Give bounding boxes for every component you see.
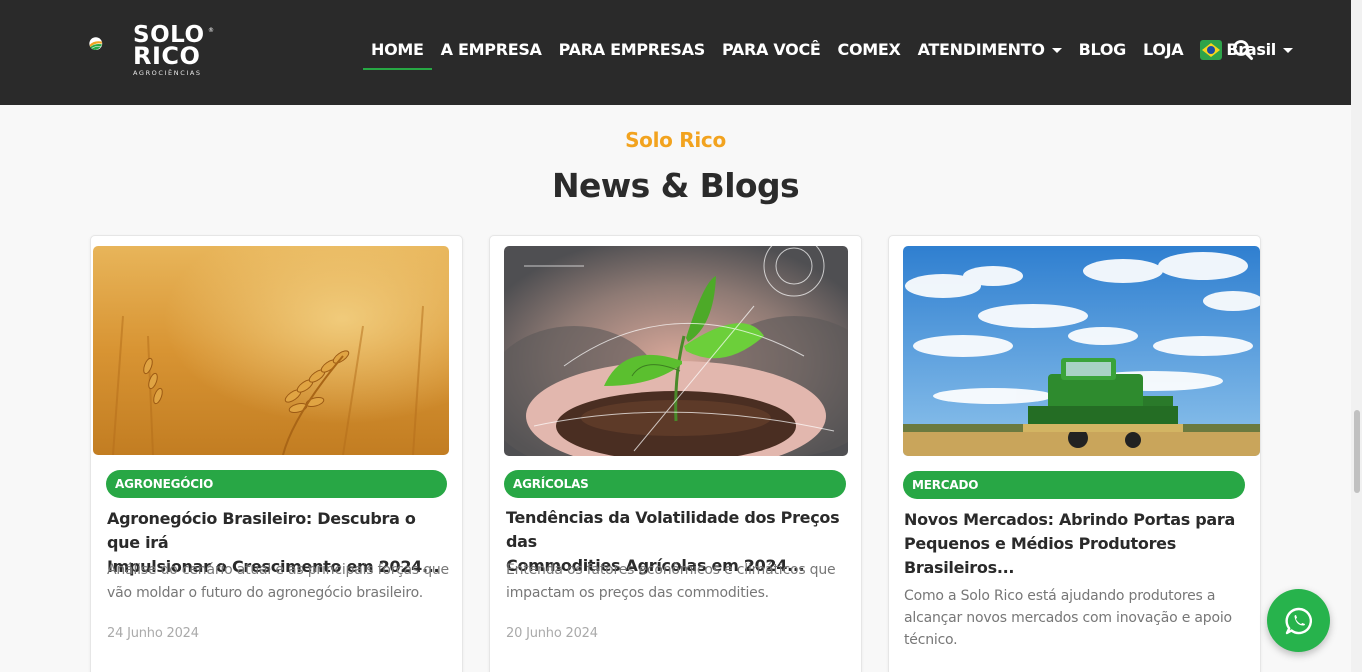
nav-blog[interactable]: BLOG <box>1079 28 1127 72</box>
card-title-line: Pequenos e Médios Produtores <box>904 534 1176 553</box>
nav-para-empresas[interactable]: PARA EMPRESAS <box>559 28 706 72</box>
card-excerpt: Entenda os fatores econômicos e climátic… <box>506 559 851 605</box>
nav-atendimento-label: ATENDIMENTO <box>917 40 1045 59</box>
section-eyebrow: Solo Rico <box>625 128 726 152</box>
chevron-down-icon <box>1051 47 1062 53</box>
card-date: 24 Junho 2024 <box>107 626 199 641</box>
logo-subtitle: AGROCIÊNCIAS <box>133 69 202 77</box>
logo-registered-mark: ® <box>208 27 214 34</box>
nav-comex[interactable]: COMEX <box>838 28 901 72</box>
nav-home[interactable]: HOME <box>363 28 432 72</box>
card-title-line: Brasileiros... <box>904 558 1015 577</box>
card-excerpt-line: técnico. <box>904 632 958 648</box>
card-excerpt-line: Análise do cenário atual e as principais… <box>107 562 449 578</box>
card-excerpt-line: Entenda os fatores econômicos e climátic… <box>506 562 836 578</box>
logo-line-2: RICO <box>133 42 201 70</box>
card-title[interactable]: Novos Mercados: Abrindo Portas para Pequ… <box>904 508 1249 580</box>
card-excerpt-line: vão moldar o futuro do agronegócio brasi… <box>107 585 424 601</box>
blog-card[interactable]: AGRONEGÓCIO Agronegócio Brasileiro: Desc… <box>90 235 463 672</box>
nav-atendimento[interactable]: ATENDIMENTO <box>918 28 1062 72</box>
card-excerpt-line: alcançar novos mercados com inovação e a… <box>904 610 1232 626</box>
blog-card[interactable]: MERCADO Novos Mercados: Abrindo Portas p… <box>888 235 1261 672</box>
card-excerpt: Como a Solo Rico está ajudando produtore… <box>904 585 1249 651</box>
scrollbar-thumb[interactable] <box>1354 410 1360 493</box>
page-scrollbar[interactable] <box>1351 0 1362 672</box>
nav-para-voce[interactable]: PARA VOCÊ <box>722 28 821 72</box>
brazil-flag-icon <box>1200 40 1223 60</box>
category-badge[interactable]: AGRÍCOLAS <box>504 470 846 498</box>
section-title: News & Blogs <box>551 166 800 205</box>
nav-a-empresa[interactable]: A EMPRESA <box>441 28 542 72</box>
card-date: 20 Junho 2024 <box>506 626 598 641</box>
blog-card[interactable]: AGRÍCOLAS Tendências da Volatilidade dos… <box>489 235 862 672</box>
card-title-line: Novos Mercados: Abrindo Portas para <box>904 510 1235 529</box>
site-header: SOLO RICO AGROCIÊNCIAS ® HOME A EMPRESA … <box>0 0 1351 105</box>
solo-rico-logo[interactable] <box>89 24 133 68</box>
search-icon[interactable] <box>1232 39 1254 61</box>
main-nav: HOME A EMPRESA PARA EMPRESAS PARA VOCÊ C… <box>363 28 1310 72</box>
wheat-field-image[interactable] <box>93 246 449 455</box>
whatsapp-icon <box>1284 607 1312 634</box>
combine-harvester-image[interactable] <box>903 246 1260 456</box>
category-badge[interactable]: AGRONEGÓCIO <box>106 470 447 498</box>
chevron-down-icon <box>1282 47 1293 53</box>
card-title-line: Agronegócio Brasileiro: Descubra o que i… <box>107 509 416 552</box>
category-badge[interactable]: MERCADO <box>903 471 1245 499</box>
card-excerpt-line: Como a Solo Rico está ajudando produtore… <box>904 588 1216 604</box>
card-excerpt: Análise do cenário atual e as principais… <box>107 559 452 605</box>
logo-wordmark[interactable]: SOLO RICO AGROCIÊNCIAS <box>133 24 205 77</box>
card-title-line: Tendências da Volatilidade dos Preços da… <box>506 508 840 551</box>
plant-in-hands-image[interactable] <box>504 246 848 456</box>
whatsapp-button[interactable] <box>1267 589 1330 652</box>
nav-loja[interactable]: LOJA <box>1143 28 1184 72</box>
card-excerpt-line: impactam os preços das commodities. <box>506 585 769 601</box>
